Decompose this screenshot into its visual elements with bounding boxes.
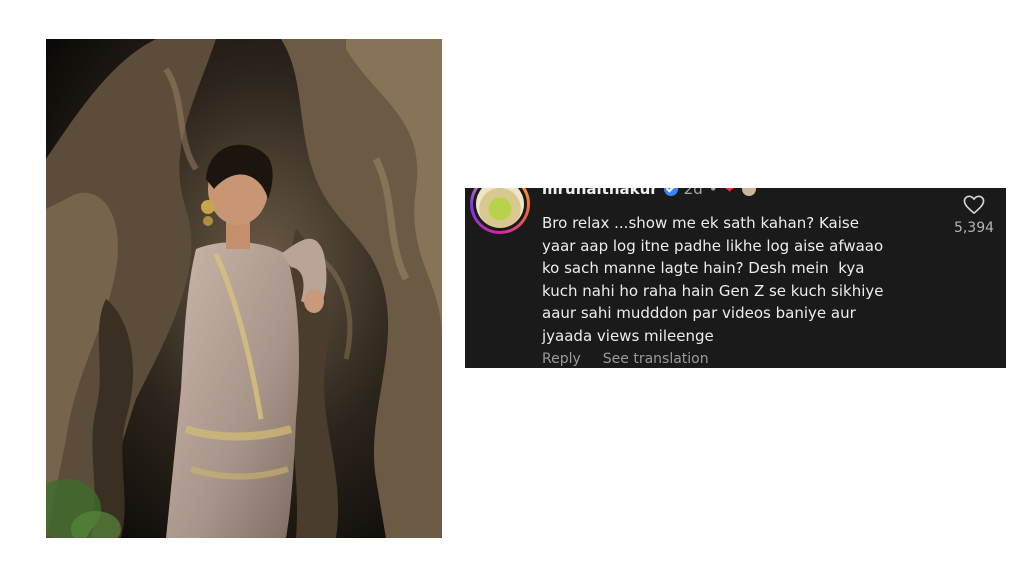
commenter-username[interactable]: mrunalthakur	[542, 188, 658, 198]
avatar-photo	[476, 188, 524, 228]
separator-dot: •	[708, 188, 718, 198]
liker-avatar	[741, 188, 758, 197]
comment-card: mrunalthakur 2d • ❤ Bro relax ...show me…	[465, 188, 1006, 368]
screenshot-canvas: mrunalthakur 2d • ❤ Bro relax ...show me…	[0, 0, 1024, 576]
comment-actions: Reply See translation	[542, 351, 709, 367]
see-translation-button[interactable]: See translation	[603, 351, 709, 367]
verified-badge-icon	[663, 188, 678, 196]
like-count: 5,394	[953, 220, 995, 236]
comment-header: mrunalthakur 2d • ❤	[542, 188, 758, 199]
photo-illustration	[46, 39, 442, 538]
reply-button[interactable]: Reply	[542, 351, 581, 367]
like-icon[interactable]	[963, 195, 985, 215]
story-ring	[470, 188, 530, 234]
commenter-avatar[interactable]	[470, 188, 530, 236]
like-block: 5,394	[948, 195, 1000, 236]
comment-time: 2d	[683, 188, 703, 198]
comment-text: Bro relax ...show me ek sath kahan? Kais…	[542, 214, 884, 345]
heart-icon: ❤	[723, 188, 736, 197]
post-photo	[46, 39, 442, 538]
